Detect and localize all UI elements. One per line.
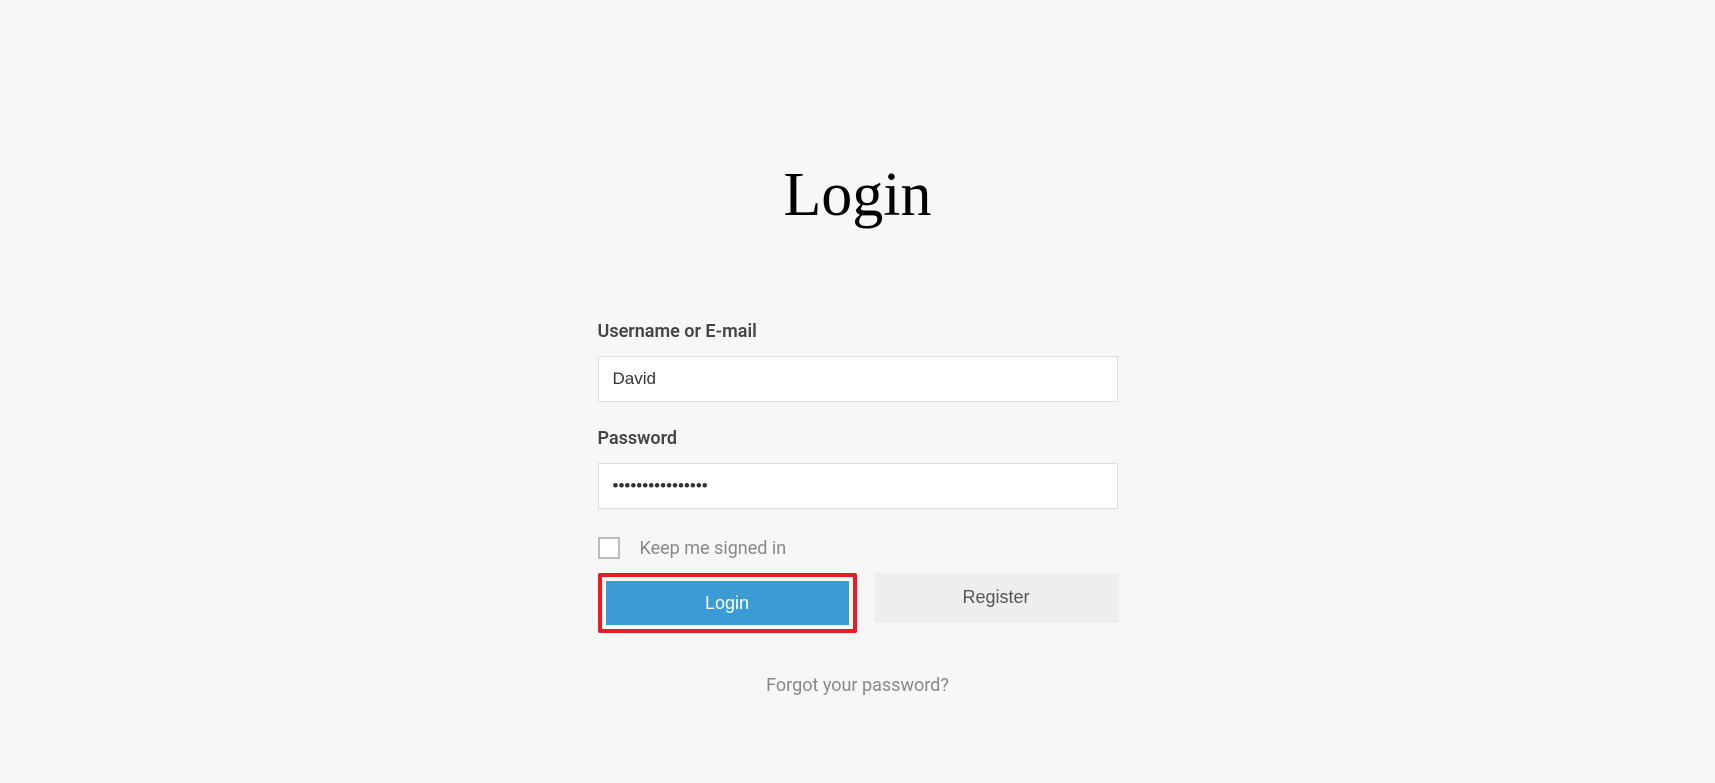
keep-signed-in-row: Keep me signed in bbox=[598, 537, 1118, 559]
keep-signed-in-label[interactable]: Keep me signed in bbox=[640, 538, 787, 559]
forgot-password-link[interactable]: Forgot your password? bbox=[598, 675, 1118, 696]
login-button[interactable]: Login bbox=[606, 581, 849, 625]
username-field-group: Username or E-mail bbox=[598, 321, 1118, 402]
login-button-highlight: Login bbox=[598, 573, 857, 633]
username-label: Username or E-mail bbox=[598, 321, 1118, 342]
register-button[interactable]: Register bbox=[875, 573, 1118, 621]
username-input[interactable] bbox=[598, 356, 1118, 402]
button-row: Login Register bbox=[598, 573, 1118, 633]
keep-signed-in-checkbox[interactable] bbox=[598, 537, 620, 559]
password-field-group: Password bbox=[598, 428, 1118, 509]
login-form: Username or E-mail Password Keep me sign… bbox=[598, 321, 1118, 696]
password-input[interactable] bbox=[598, 463, 1118, 509]
page-title: Login bbox=[783, 160, 931, 231]
password-label: Password bbox=[598, 428, 1118, 449]
